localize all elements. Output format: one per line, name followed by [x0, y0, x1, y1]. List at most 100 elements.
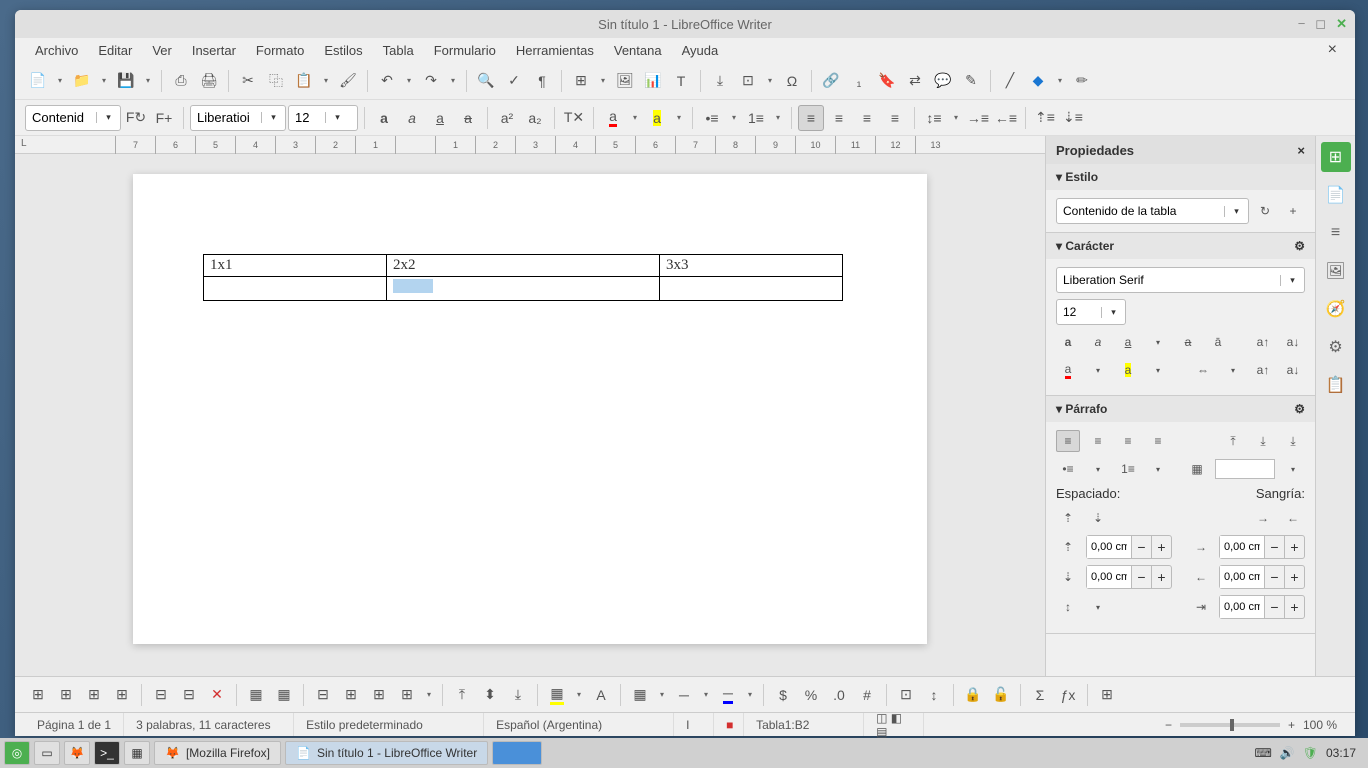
- bold-button[interactable]: a: [371, 105, 397, 131]
- update-style-button[interactable]: F↻: [123, 105, 149, 131]
- char-font-dropdown[interactable]: ▾: [1280, 275, 1304, 286]
- bullet-list-dropdown[interactable]: ▾: [727, 105, 741, 131]
- autoformat-button[interactable]: A: [588, 682, 614, 708]
- paragraph-section-header[interactable]: ▾ Párrafo ⚙: [1046, 396, 1315, 422]
- font-size-combo[interactable]: ▾: [288, 105, 358, 131]
- basic-shapes-dropdown[interactable]: ▾: [1053, 68, 1067, 94]
- delete-row-button[interactable]: ⊟: [148, 682, 174, 708]
- subscript-button[interactable]: a₂: [522, 105, 548, 131]
- sort-button[interactable]: ↕: [921, 682, 947, 708]
- sum-button[interactable]: Σ: [1027, 682, 1053, 708]
- paragraph-style-input[interactable]: [26, 110, 96, 125]
- spinner-down[interactable]: −: [1264, 536, 1284, 558]
- valign-bottom-button[interactable]: ⤓: [505, 682, 531, 708]
- insert-field-dropdown[interactable]: ▾: [763, 68, 777, 94]
- select-table-button[interactable]: ▦: [271, 682, 297, 708]
- space-above-spinner[interactable]: − +: [1086, 535, 1172, 559]
- delete-col-button[interactable]: ⊟: [176, 682, 202, 708]
- sidebar-tab-page[interactable]: 📄: [1321, 180, 1351, 210]
- inc-indent-button[interactable]: →: [1251, 507, 1275, 529]
- insert-chart-button[interactable]: 📊: [640, 68, 666, 94]
- border-color-button[interactable]: ─: [715, 682, 741, 708]
- menu-estilos[interactable]: Estilos: [316, 41, 370, 60]
- redo-button[interactable]: ↷: [418, 68, 444, 94]
- track-changes-button[interactable]: ✎: [958, 68, 984, 94]
- insert-cross-ref-button[interactable]: ⇄: [902, 68, 928, 94]
- side-underline-button[interactable]: a: [1116, 331, 1140, 353]
- side-bullet-dropdown[interactable]: ▾: [1086, 458, 1110, 480]
- firefox-launcher[interactable]: 🦊: [64, 741, 90, 765]
- number-format-currency-button[interactable]: $: [770, 682, 796, 708]
- border-style-button[interactable]: ─: [671, 682, 697, 708]
- border-style-dropdown[interactable]: ▾: [699, 682, 713, 708]
- insert-table-dropdown[interactable]: ▾: [596, 68, 610, 94]
- export-pdf-button[interactable]: ⎙: [168, 68, 194, 94]
- side-superscript-button[interactable]: a↑: [1251, 331, 1275, 353]
- new-style-button[interactable]: F+: [151, 105, 177, 131]
- spinner-down[interactable]: −: [1131, 566, 1151, 588]
- paragraph-style-dropdown[interactable]: ▾: [96, 112, 120, 123]
- dec-indent-button[interactable]: ←: [1281, 507, 1305, 529]
- minimize-button[interactable]: −: [1298, 16, 1306, 32]
- side-align-left-button[interactable]: ≡: [1056, 430, 1080, 452]
- clear-format-button[interactable]: T✕: [561, 105, 587, 131]
- side-number-dropdown[interactable]: ▾: [1146, 458, 1170, 480]
- spinner-up[interactable]: +: [1284, 566, 1304, 588]
- insert-textbox-button[interactable]: T: [668, 68, 694, 94]
- optimize-button[interactable]: ⊞: [394, 682, 420, 708]
- delete-table-button[interactable]: ✕: [204, 682, 230, 708]
- insert-row-above-button[interactable]: ⊞: [25, 682, 51, 708]
- side-char-spacing-button[interactable]: ⇔: [1191, 359, 1215, 381]
- gear-icon[interactable]: ⚙: [1294, 402, 1305, 416]
- split-cells-button[interactable]: ⊞: [338, 682, 364, 708]
- style-section-header[interactable]: ▾ Estilo: [1046, 164, 1315, 190]
- side-vert-top-button[interactable]: ⤒: [1221, 430, 1245, 452]
- char-font-input[interactable]: [1057, 273, 1280, 287]
- font-size-input[interactable]: [289, 110, 325, 125]
- sidebar-close-button[interactable]: ×: [1297, 143, 1305, 158]
- side-highlight-dropdown[interactable]: ▾: [1146, 359, 1170, 381]
- valign-top-button[interactable]: ⤒: [449, 682, 475, 708]
- insert-comment-button[interactable]: 💬: [930, 68, 956, 94]
- side-align-right-button[interactable]: ≡: [1116, 430, 1140, 452]
- redo-dropdown[interactable]: ▾: [446, 68, 460, 94]
- undo-dropdown[interactable]: ▾: [402, 68, 416, 94]
- insert-caption-button[interactable]: ⊡: [893, 682, 919, 708]
- decrease-para-space-button[interactable]: ⇣≡: [1060, 105, 1086, 131]
- status-page[interactable]: Página 1 de 1: [25, 713, 124, 736]
- highlight-button[interactable]: a: [644, 105, 670, 131]
- insert-field-button[interactable]: ⊡: [735, 68, 761, 94]
- document-table[interactable]: 1x1 2x2 3x3: [203, 254, 843, 301]
- number-format-percent-button[interactable]: %: [798, 682, 824, 708]
- character-section-header[interactable]: ▾ Carácter ⚙: [1046, 233, 1315, 259]
- side-overline-button[interactable]: ā: [1206, 331, 1230, 353]
- valign-center-button[interactable]: ⬍: [477, 682, 503, 708]
- para-style-dropdown[interactable]: ▾: [1224, 206, 1248, 217]
- volume-icon[interactable]: 🔊: [1280, 746, 1295, 760]
- spinner-up[interactable]: +: [1284, 536, 1304, 558]
- taskbar-firefox[interactable]: 🦊 [Mozilla Firefox]: [154, 741, 281, 765]
- borders-button[interactable]: ▦: [627, 682, 653, 708]
- save-button[interactable]: 💾: [113, 68, 139, 94]
- paragraph-style-combo[interactable]: ▾: [25, 105, 121, 131]
- font-name-dropdown[interactable]: ▾: [261, 112, 285, 123]
- sidebar-tab-navigator[interactable]: 🧭: [1321, 294, 1351, 324]
- side-align-justify-button[interactable]: ≡: [1146, 430, 1170, 452]
- table-cell-selected[interactable]: [386, 277, 659, 301]
- taskbar-writer[interactable]: 📄 Sin título 1 - LibreOffice Writer: [285, 741, 488, 765]
- line-spacing-dropdown-side[interactable]: ▾: [1086, 596, 1110, 618]
- new-dropdown[interactable]: ▾: [53, 68, 67, 94]
- side-char-spacing-dropdown[interactable]: ▾: [1221, 359, 1245, 381]
- insert-col-left-button[interactable]: ⊞: [81, 682, 107, 708]
- line-button[interactable]: ╱: [997, 68, 1023, 94]
- align-center-button[interactable]: ≡: [826, 105, 852, 131]
- spinner-down[interactable]: −: [1264, 596, 1284, 618]
- save-dropdown[interactable]: ▾: [141, 68, 155, 94]
- maximize-button[interactable]: ◻: [1315, 16, 1326, 32]
- highlight-dropdown[interactable]: ▾: [672, 105, 686, 131]
- menu-editar[interactable]: Editar: [90, 41, 140, 60]
- side-font-color-dropdown[interactable]: ▾: [1086, 359, 1110, 381]
- zoom-out-button[interactable]: −: [1165, 718, 1172, 732]
- find-button[interactable]: 🔍: [473, 68, 499, 94]
- sidebar-tab-gallery[interactable]: 🖼: [1321, 256, 1351, 286]
